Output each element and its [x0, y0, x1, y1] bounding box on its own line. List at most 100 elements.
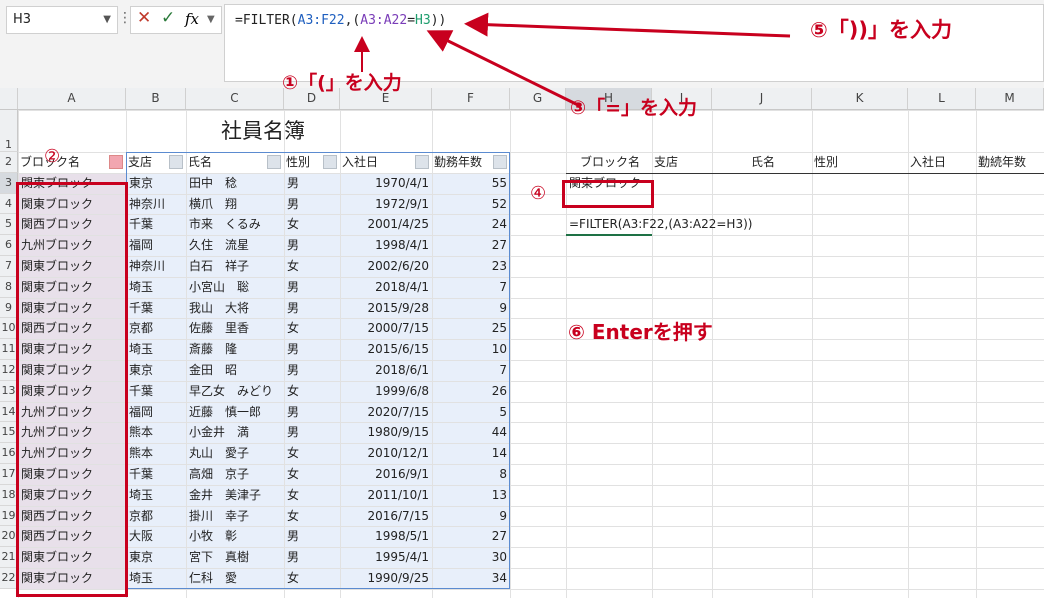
- filter-dropdown-icon[interactable]: [267, 155, 281, 169]
- table-cell[interactable]: 2011/10/1: [340, 485, 432, 506]
- formula-cell-h5[interactable]: =FILTER(A3:F22,(A3:A22=H3)): [566, 214, 766, 235]
- table-cell[interactable]: 7: [432, 360, 510, 381]
- insert-function-icon[interactable]: fx: [185, 10, 199, 28]
- table-cell[interactable]: 女: [284, 568, 340, 589]
- filter-dropdown-icon[interactable]: [169, 155, 183, 169]
- filter-dropdown-icon[interactable]: [415, 155, 429, 169]
- name-box[interactable]: H3 ▼: [6, 6, 118, 34]
- table-cell[interactable]: 1980/9/15: [340, 422, 432, 443]
- table-cell[interactable]: 東京: [126, 547, 186, 568]
- table-cell[interactable]: 2015/6/15: [340, 339, 432, 360]
- column-header[interactable]: F: [432, 88, 510, 109]
- table-cell[interactable]: 55: [432, 173, 510, 194]
- table-cell[interactable]: 7: [432, 277, 510, 298]
- table-cell[interactable]: 市来 くるみ: [186, 214, 284, 235]
- table-cell[interactable]: 2018/4/1: [340, 277, 432, 298]
- table-cell[interactable]: 千葉: [126, 381, 186, 402]
- result-header-cell[interactable]: 支店: [652, 152, 712, 173]
- table-cell[interactable]: 男: [284, 547, 340, 568]
- table-cell[interactable]: 熊本: [126, 422, 186, 443]
- filter-dropdown-icon[interactable]: [109, 155, 123, 169]
- column-header[interactable]: G: [510, 88, 566, 109]
- table-cell[interactable]: 女: [284, 256, 340, 277]
- table-cell[interactable]: 女: [284, 506, 340, 527]
- table-cell[interactable]: 埼玉: [126, 568, 186, 589]
- table-cell[interactable]: 34: [432, 568, 510, 589]
- table-cell[interactable]: 熊本: [126, 443, 186, 464]
- table-cell[interactable]: 9: [432, 506, 510, 527]
- column-header[interactable]: M: [976, 88, 1044, 109]
- table-cell[interactable]: 1970/4/1: [340, 173, 432, 194]
- column-header[interactable]: K: [812, 88, 908, 109]
- table-cell[interactable]: 小牧 彰: [186, 526, 284, 547]
- result-header-cell[interactable]: 性別: [812, 152, 908, 173]
- table-cell[interactable]: 千葉: [126, 298, 186, 319]
- table-cell[interactable]: 1998/4/1: [340, 235, 432, 256]
- table-cell[interactable]: 白石 祥子: [186, 256, 284, 277]
- table-cell[interactable]: 埼玉: [126, 277, 186, 298]
- table-cell[interactable]: 小金井 満: [186, 422, 284, 443]
- table-cell[interactable]: 女: [284, 485, 340, 506]
- table-cell[interactable]: 女: [284, 464, 340, 485]
- table-cell[interactable]: 26: [432, 381, 510, 402]
- table-cell[interactable]: 男: [284, 298, 340, 319]
- table-cell[interactable]: 2016/9/1: [340, 464, 432, 485]
- table-cell[interactable]: 1972/9/1: [340, 194, 432, 215]
- enter-check-icon[interactable]: ✓: [161, 8, 175, 28]
- table-cell[interactable]: 掛川 幸子: [186, 506, 284, 527]
- column-header[interactable]: L: [908, 88, 976, 109]
- table-cell[interactable]: 1990/9/25: [340, 568, 432, 589]
- table-cell[interactable]: 9: [432, 298, 510, 319]
- table-cell[interactable]: 男: [284, 526, 340, 547]
- table-cell[interactable]: 2000/7/15: [340, 318, 432, 339]
- table-cell[interactable]: 神奈川: [126, 194, 186, 215]
- table-cell[interactable]: 男: [284, 194, 340, 215]
- column-header[interactable]: A: [18, 88, 126, 109]
- table-cell[interactable]: 10: [432, 339, 510, 360]
- table-cell[interactable]: 千葉: [126, 464, 186, 485]
- table-cell[interactable]: 仁科 愛: [186, 568, 284, 589]
- table-cell[interactable]: 千葉: [126, 214, 186, 235]
- table-cell[interactable]: 近藤 慎一郎: [186, 402, 284, 423]
- table-cell[interactable]: 田中 稔: [186, 173, 284, 194]
- table-cell[interactable]: 27: [432, 526, 510, 547]
- table-cell[interactable]: 30: [432, 547, 510, 568]
- table-cell[interactable]: 男: [284, 277, 340, 298]
- table-cell[interactable]: 27: [432, 235, 510, 256]
- table-cell[interactable]: 5: [432, 402, 510, 423]
- table-cell[interactable]: 1995/4/1: [340, 547, 432, 568]
- table-cell[interactable]: 男: [284, 339, 340, 360]
- table-cell[interactable]: 2018/6/1: [340, 360, 432, 381]
- row-header[interactable]: 2: [0, 152, 18, 173]
- filter-dropdown-icon[interactable]: [323, 155, 337, 169]
- sheet-title[interactable]: 社員名簿: [186, 110, 340, 152]
- table-cell[interactable]: 福岡: [126, 235, 186, 256]
- table-cell[interactable]: 斎藤 隆: [186, 339, 284, 360]
- table-cell[interactable]: 我山 大将: [186, 298, 284, 319]
- filter-dropdown-icon[interactable]: [493, 155, 507, 169]
- table-cell[interactable]: 埼玉: [126, 485, 186, 506]
- table-cell[interactable]: 1999/6/8: [340, 381, 432, 402]
- result-header-cell[interactable]: 氏名: [712, 152, 812, 173]
- table-cell[interactable]: 東京: [126, 360, 186, 381]
- table-cell[interactable]: 女: [284, 381, 340, 402]
- cancel-icon[interactable]: ✕: [137, 8, 151, 28]
- column-header[interactable]: J: [712, 88, 812, 109]
- table-cell[interactable]: 23: [432, 256, 510, 277]
- column-header[interactable]: B: [126, 88, 186, 109]
- table-cell[interactable]: 25: [432, 318, 510, 339]
- table-cell[interactable]: 2016/7/15: [340, 506, 432, 527]
- table-cell[interactable]: 男: [284, 173, 340, 194]
- table-cell[interactable]: 京都: [126, 506, 186, 527]
- table-cell[interactable]: 2001/4/25: [340, 214, 432, 235]
- table-cell[interactable]: 女: [284, 318, 340, 339]
- table-cell[interactable]: 金田 昭: [186, 360, 284, 381]
- table-cell[interactable]: 2002/6/20: [340, 256, 432, 277]
- table-cell[interactable]: 24: [432, 214, 510, 235]
- table-cell[interactable]: 小宮山 聡: [186, 277, 284, 298]
- table-cell[interactable]: 男: [284, 422, 340, 443]
- table-cell[interactable]: 女: [284, 443, 340, 464]
- table-cell[interactable]: 大阪: [126, 526, 186, 547]
- table-cell[interactable]: 2015/9/28: [340, 298, 432, 319]
- table-cell[interactable]: 男: [284, 402, 340, 423]
